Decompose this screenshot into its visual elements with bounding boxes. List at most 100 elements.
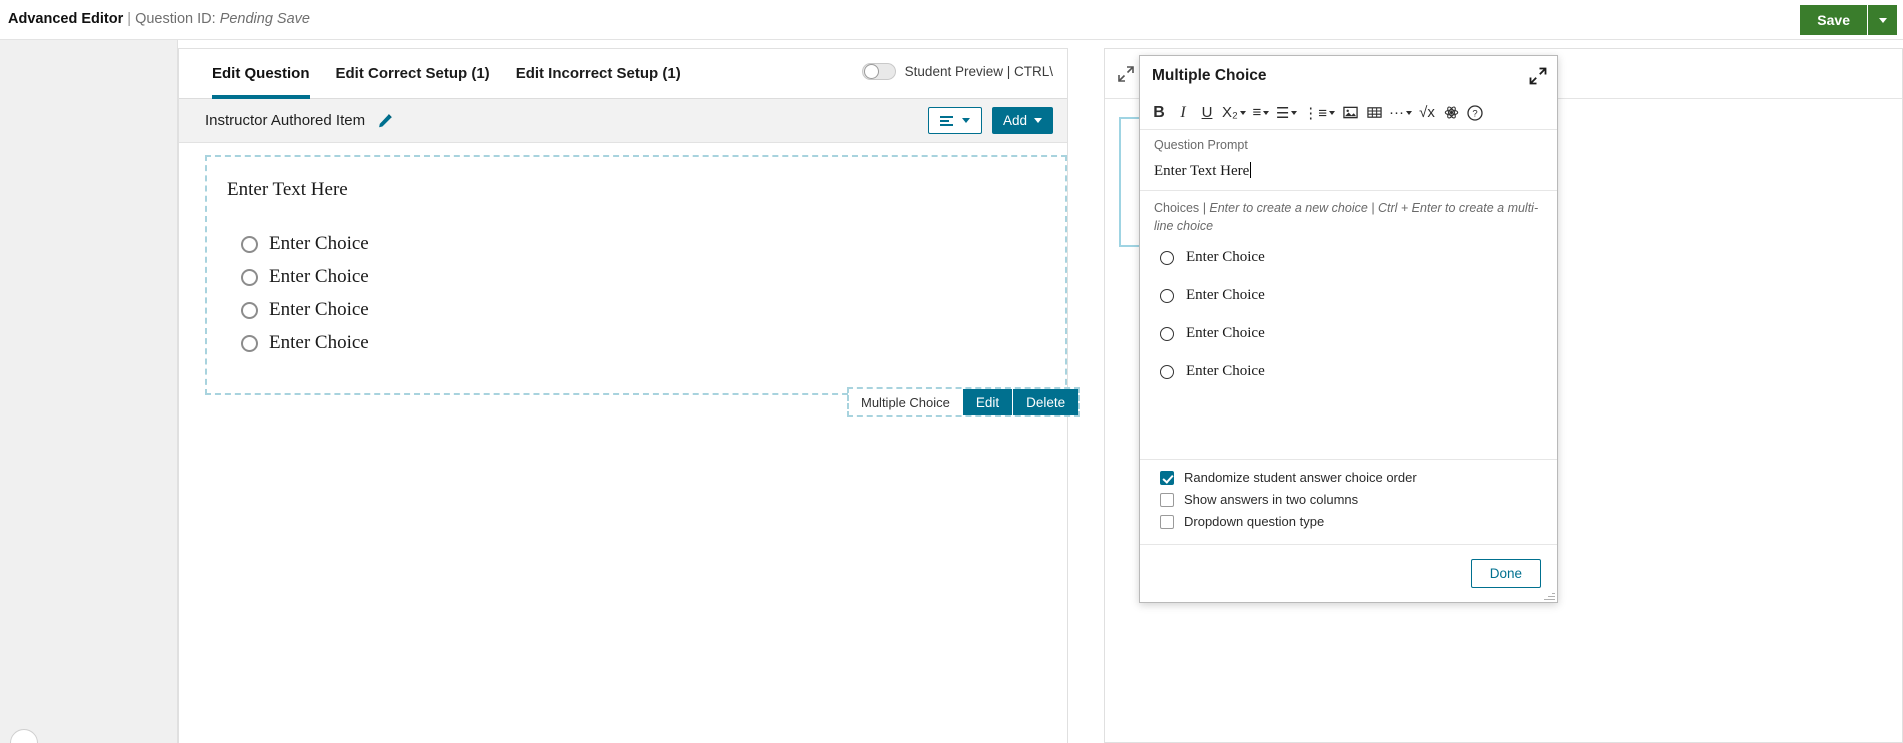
resize-handle-icon[interactable] <box>1543 588 1555 600</box>
checkbox-icon[interactable] <box>1160 492 1174 507</box>
option-two-columns[interactable]: Show answers in two columns <box>1160 492 1543 507</box>
question-canvas: Enter Text Here Enter Choice Enter Choic… <box>179 143 1081 417</box>
modal-choice-label[interactable]: Enter Choice <box>1186 287 1265 304</box>
pencil-icon[interactable] <box>377 113 393 129</box>
image-icon[interactable] <box>1339 100 1361 126</box>
modal-choice-row[interactable]: Enter Choice <box>1160 287 1543 304</box>
alignment-dropdown[interactable] <box>927 107 982 134</box>
canvas-choice-label: Enter Choice <box>269 332 369 353</box>
radio-icon[interactable] <box>1160 326 1174 341</box>
tab-edit-incorrect-setup[interactable]: Edit Incorrect Setup (1) <box>503 49 694 99</box>
radio-icon[interactable] <box>1160 288 1174 303</box>
help-bubble-icon[interactable] <box>10 729 38 743</box>
indent-glyph: ⋮≡ <box>1303 104 1328 122</box>
canvas-choice-row[interactable]: Enter Choice <box>241 233 1045 255</box>
choices-hint: | Enter to create a new choice | Ctrl + … <box>1154 201 1539 234</box>
radio-icon[interactable] <box>1160 364 1174 379</box>
radio-icon[interactable] <box>241 235 258 253</box>
option-label: Dropdown question type <box>1184 514 1325 529</box>
item-action-bar: Multiple Choice Edit Delete <box>847 387 1081 417</box>
chevron-down-icon <box>1406 110 1413 115</box>
indent-icon[interactable]: ⋮≡ <box>1301 100 1337 126</box>
math-equation-icon[interactable]: √x <box>1416 100 1438 126</box>
modal-choice-label[interactable]: Enter Choice <box>1186 325 1265 342</box>
multiple-choice-modal: Multiple Choice B I U X₂ ≡ ☰ ⋮≡ ··· √x ?… <box>1139 55 1558 603</box>
choices-header: Choices | Enter to create a new choice |… <box>1140 191 1557 239</box>
delete-item-button[interactable]: Delete <box>1012 389 1079 415</box>
tab-edit-correct-setup-label: Edit Correct Setup (1) <box>335 65 490 82</box>
chevron-down-icon <box>1034 118 1042 123</box>
option-label: Show answers in two columns <box>1184 492 1359 507</box>
modal-choice-label[interactable]: Enter Choice <box>1186 249 1265 266</box>
modal-choice-row[interactable]: Enter Choice <box>1160 249 1543 266</box>
app-name: Advanced Editor <box>8 11 124 27</box>
question-block[interactable]: Enter Text Here Enter Choice Enter Choic… <box>205 155 1067 395</box>
italic-icon[interactable]: I <box>1172 100 1194 126</box>
canvas-choice-label: Enter Choice <box>269 233 369 254</box>
ellipsis-glyph: ··· <box>1389 104 1405 121</box>
canvas-choice-label: Enter Choice <box>269 299 369 320</box>
question-prompt-input[interactable]: Enter Text Here <box>1154 162 1252 180</box>
text-cursor <box>1250 162 1252 178</box>
modal-choice-label[interactable]: Enter Choice <box>1186 363 1265 380</box>
chevron-down-icon <box>1239 110 1246 115</box>
option-dropdown-type[interactable]: Dropdown question type <box>1160 514 1543 529</box>
canvas-choice-row[interactable]: Enter Choice <box>241 299 1045 321</box>
ordered-list-icon[interactable]: ☰ <box>1274 100 1299 126</box>
tab-edit-question-label: Edit Question <box>212 65 310 82</box>
table-icon[interactable] <box>1363 100 1385 126</box>
rich-text-toolbar: B I U X₂ ≡ ☰ ⋮≡ ··· √x ? <box>1140 96 1557 130</box>
subbar-actions: Add <box>927 107 1053 134</box>
modal-header: Multiple Choice <box>1140 56 1557 96</box>
canvas-choice-label: Enter Choice <box>269 266 369 287</box>
modal-choices-list: Enter Choice Enter Choice Enter Choice E… <box>1140 239 1557 459</box>
add-button[interactable]: Add <box>991 107 1053 134</box>
save-button[interactable]: Save <box>1800 5 1868 35</box>
edit-item-button[interactable]: Edit <box>961 389 1013 415</box>
canvas-choice-row[interactable]: Enter Choice <box>241 266 1045 288</box>
question-prompt-label: Question Prompt <box>1154 138 1248 152</box>
canvas-choice-row[interactable]: Enter Choice <box>241 332 1045 354</box>
item-type-label: Multiple Choice <box>849 389 962 415</box>
chemistry-icon[interactable] <box>1440 100 1462 126</box>
expand-arrows-icon[interactable] <box>1529 67 1547 85</box>
save-button-group: Save <box>1800 5 1897 35</box>
save-dropdown-button[interactable] <box>1868 5 1897 35</box>
student-preview-toggle[interactable] <box>861 63 896 80</box>
add-button-label: Add <box>1002 113 1027 128</box>
item-title: Instructor Authored Item <box>205 112 366 129</box>
subscript-glyph: X₂ <box>1222 104 1238 121</box>
align-lines-icon <box>939 115 953 126</box>
underline-icon[interactable]: U <box>1196 100 1218 126</box>
advanced-editor-app: Advanced Editor | Question ID: Pending S… <box>0 0 1903 743</box>
student-preview-label: Student Preview | CTRL\ <box>904 64 1053 79</box>
subscript-icon[interactable]: X₂ <box>1220 100 1248 126</box>
question-text[interactable]: Enter Text Here <box>227 179 1045 201</box>
radio-icon[interactable] <box>1160 250 1174 265</box>
radio-icon[interactable] <box>241 268 258 286</box>
radio-icon[interactable] <box>241 334 258 352</box>
modal-title: Multiple Choice <box>1152 67 1267 84</box>
question-id-value: Pending Save <box>219 11 310 27</box>
modal-choice-row[interactable]: Enter Choice <box>1160 363 1543 380</box>
help-icon[interactable]: ? <box>1464 100 1486 126</box>
more-options-icon[interactable]: ··· <box>1387 100 1414 126</box>
question-prompt-section: Question Prompt Enter Text Here <box>1140 130 1557 190</box>
checkbox-icon[interactable] <box>1160 514 1174 529</box>
checkbox-icon[interactable] <box>1160 470 1174 485</box>
align-glyph: ≡ <box>1252 104 1262 121</box>
top-bar: Advanced Editor | Question ID: Pending S… <box>0 0 1903 40</box>
align-text-icon[interactable]: ≡ <box>1250 100 1272 126</box>
tab-edit-question[interactable]: Edit Question <box>199 49 323 99</box>
modal-options-section: Randomize student answer choice order Sh… <box>1140 459 1557 544</box>
tab-edit-correct-setup[interactable]: Edit Correct Setup (1) <box>323 49 503 99</box>
chevron-down-icon <box>1291 110 1298 115</box>
center-panel: Edit Question Edit Correct Setup (1) Edi… <box>178 48 1081 743</box>
modal-choice-row[interactable]: Enter Choice <box>1160 325 1543 342</box>
tab-edit-incorrect-setup-label: Edit Incorrect Setup (1) <box>515 65 681 82</box>
done-button[interactable]: Done <box>1470 559 1541 588</box>
bold-icon[interactable]: B <box>1148 100 1170 126</box>
option-randomize-order[interactable]: Randomize student answer choice order <box>1160 470 1543 485</box>
radio-icon[interactable] <box>241 301 258 319</box>
expand-arrows-icon[interactable] <box>1117 65 1135 83</box>
